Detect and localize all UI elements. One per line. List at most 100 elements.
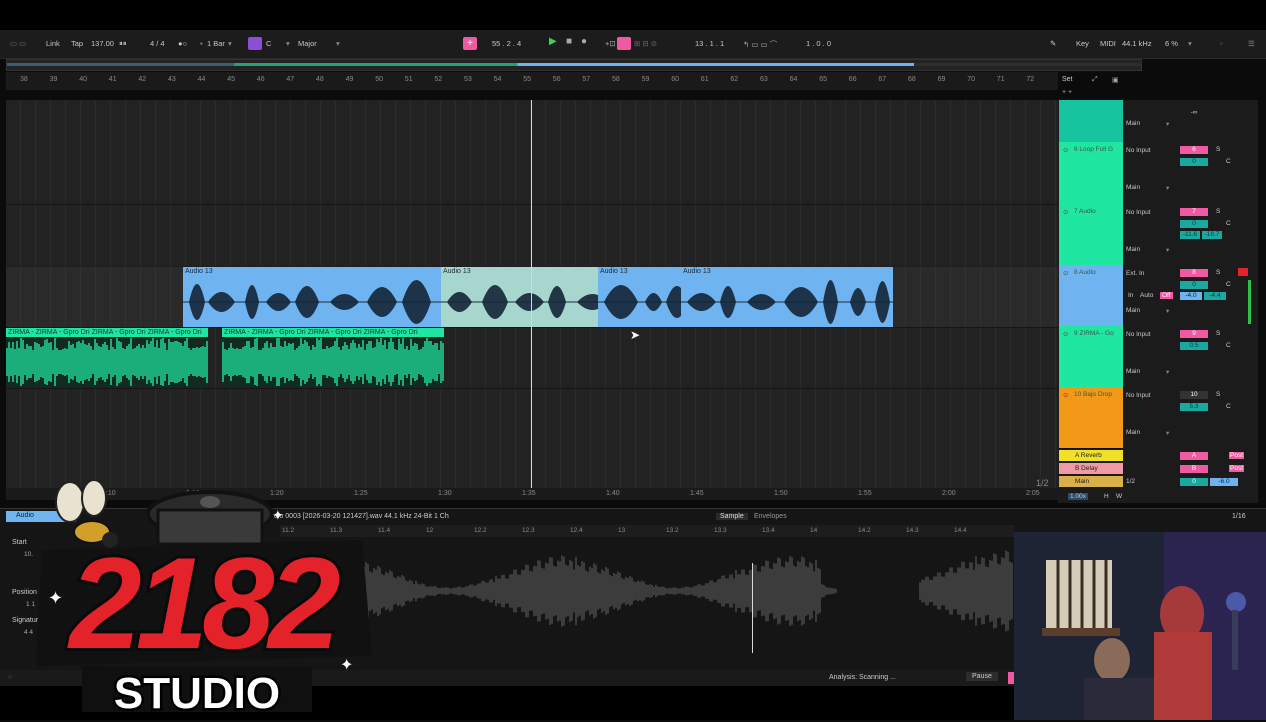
track-7-value[interactable]: -11.6 — [1180, 231, 1200, 239]
monitor-off[interactable]: Off — [1160, 292, 1173, 299]
zirma-clip-1[interactable]: ZIRMA - ZIRMA - Gpro Dri ZIRMA - Gpro Dr… — [6, 328, 208, 388]
arrangement-view[interactable]: Audio 13 Audio 13 Audio 13 Audio 13 ZIRM… — [6, 100, 1058, 488]
draw-mode-icon[interactable]: ✎ — [1050, 39, 1056, 48]
loop-length-field[interactable]: 1 . 0 . 0 — [806, 39, 831, 48]
overdub-icon[interactable]: +⊡ — [605, 39, 616, 48]
solo-button[interactable]: S — [1216, 391, 1220, 398]
pan-field[interactable]: C — [1226, 158, 1231, 165]
input-select[interactable]: Ext. In — [1126, 270, 1144, 277]
volume-field[interactable]: 0 — [1180, 220, 1208, 228]
time-signature-field[interactable]: 4 / 4 — [150, 39, 165, 48]
return-letter[interactable]: B — [1180, 465, 1208, 473]
main-db[interactable]: -6.0 — [1210, 478, 1238, 486]
stop-icon[interactable]: ■ — [566, 36, 572, 47]
scale-mode-icon[interactable] — [248, 37, 262, 50]
zirma-clip-2[interactable]: ZIRMA - ZIRMA - Gpro Dri ZIRMA - Gpro Dr… — [222, 328, 444, 388]
capture-icon[interactable]: ⊞ ⊟ ⊘ — [634, 39, 657, 48]
play-icon[interactable]: ▶ — [549, 36, 557, 47]
solo-button[interactable]: S — [1216, 146, 1220, 153]
key-map-button[interactable]: Key — [1076, 39, 1089, 48]
h-button[interactable]: H — [1104, 493, 1109, 500]
arrangement-overview[interactable] — [6, 59, 1142, 71]
main-channels[interactable]: 1/2 — [1126, 478, 1135, 485]
solo-button[interactable]: S — [1216, 330, 1220, 337]
loop-start-field[interactable]: 13 . 1 . 1 — [695, 39, 724, 48]
sample-ruler[interactable]: 11.2 11.3 11.4 12 12.2 12.3 12.4 13 13.2 13.3 13.4… — [280, 525, 1014, 537]
track-7-value[interactable]: -18.7 — [1202, 231, 1222, 239]
return-track-0[interactable]: A Reverb — [1059, 450, 1123, 461]
pan-field[interactable]: C — [1226, 281, 1231, 288]
output-select[interactable]: Main — [1126, 368, 1140, 375]
track-lane-5[interactable] — [6, 100, 1058, 205]
return-track-1[interactable]: B Delay — [1059, 463, 1123, 474]
return-letter[interactable]: 0 — [1180, 478, 1208, 486]
solo-button[interactable]: S — [1216, 269, 1220, 276]
tap-button[interactable]: Tap — [71, 39, 83, 48]
nudge-icon[interactable]: ⏸⏸ — [119, 39, 127, 49]
input-select[interactable]: No Input — [1126, 147, 1151, 154]
output-select[interactable]: Main — [1126, 307, 1140, 314]
track-lane-7[interactable] — [6, 204, 1058, 267]
midi-map-button[interactable]: MIDI — [1100, 39, 1116, 48]
sample-waveform[interactable] — [280, 541, 1014, 657]
expand-icon[interactable]: ⤢ — [1092, 76, 1098, 84]
w-button[interactable]: W — [1116, 493, 1122, 500]
track-header-8[interactable]: ⊙ 8 Audio — [1059, 265, 1123, 327]
set-button[interactable]: Set — [1062, 76, 1073, 83]
overview-icon[interactable]: ▭ ▭ — [10, 39, 26, 48]
pan-field[interactable]: C — [1226, 220, 1231, 227]
volume-field[interactable]: 0 — [1180, 158, 1208, 166]
link-button[interactable]: Link — [46, 39, 60, 48]
audio-clip-1[interactable]: Audio 13 — [183, 267, 441, 327]
track-activator[interactable]: 8 — [1180, 269, 1208, 277]
punch-icons[interactable]: ↰ ▭ ▭ ⌒ — [743, 39, 777, 50]
audio-clip-4[interactable]: Audio 13 — [681, 267, 893, 327]
track-header-7[interactable]: ⊙ 7 Audio — [1059, 204, 1123, 266]
input-select[interactable]: No Input — [1126, 392, 1151, 399]
track-lane-10[interactable] — [6, 388, 1058, 488]
volume-field[interactable]: 5.3 — [1180, 403, 1208, 411]
track-header-10[interactable]: ⊙ 10 Bajo Drop — [1059, 387, 1123, 449]
output-select[interactable]: Main — [1126, 429, 1140, 436]
track-header-6[interactable]: ⊙ 6 Loop Full G — [1059, 142, 1123, 205]
post-button[interactable]: Post — [1229, 452, 1245, 459]
return-letter[interactable]: A — [1180, 452, 1208, 460]
audio-clip-3[interactable]: Audio 13 — [598, 267, 681, 327]
track-activator[interactable]: 7 — [1180, 208, 1208, 216]
lock-icon[interactable]: ▣ — [1112, 76, 1119, 84]
key-root-dropdown[interactable]: C — [266, 39, 271, 48]
volume-field[interactable]: 0.5 — [1180, 342, 1208, 350]
output-select[interactable]: Main — [1126, 184, 1140, 191]
track-activator[interactable]: 10 — [1180, 391, 1208, 399]
return-track-2[interactable]: Main — [1059, 476, 1123, 487]
track-nav-icon[interactable]: + + — [1062, 89, 1072, 96]
zoom-field[interactable]: 1.00x — [1068, 493, 1088, 500]
metronome-icon[interactable]: ●○ — [178, 39, 187, 48]
track-header-9[interactable]: ⊙ 9 ZIRMA - Go — [1059, 326, 1123, 388]
song-position-field[interactable]: 55 . 2 . 4 — [492, 39, 521, 48]
monitor-in[interactable]: In — [1128, 292, 1133, 299]
scale-dropdown[interactable]: Major — [298, 39, 317, 48]
quantize-dropdown[interactable]: 1 Bar — [207, 39, 225, 48]
post-button[interactable]: Post — [1229, 465, 1245, 472]
pan-field[interactable]: C — [1226, 403, 1231, 410]
follow-icon[interactable]: + — [463, 37, 477, 50]
track-activator[interactable]: 9 — [1180, 330, 1208, 338]
record-icon[interactable]: ● — [581, 36, 587, 47]
audio-clip-2-selected[interactable]: Audio 13 — [441, 267, 598, 327]
send-field[interactable]: -∞ — [1180, 109, 1208, 117]
monitor-auto[interactable]: Auto — [1140, 292, 1153, 299]
tab-envelopes[interactable]: Envelopes — [754, 513, 787, 520]
track-activator[interactable]: 6 — [1180, 146, 1208, 154]
input-select[interactable]: No Input — [1126, 331, 1151, 338]
automation-arm-icon[interactable] — [617, 37, 631, 50]
track-header-5[interactable] — [1059, 100, 1123, 143]
beat-ruler[interactable]: 38 39 40 41 42 43 44 45 46 47 48 49 50 51 52 53 54 55 56 57… — [6, 72, 1058, 90]
track-8-value-a[interactable]: -4.0 — [1180, 292, 1202, 300]
tempo-field[interactable]: 137.00 — [91, 39, 114, 48]
output-select[interactable]: Main — [1126, 246, 1140, 253]
pan-field[interactable]: C — [1226, 342, 1231, 349]
tab-sample[interactable]: Sample — [716, 513, 748, 520]
menu-icon[interactable]: ☰ — [1248, 39, 1255, 48]
output-select[interactable]: Main — [1126, 120, 1140, 127]
